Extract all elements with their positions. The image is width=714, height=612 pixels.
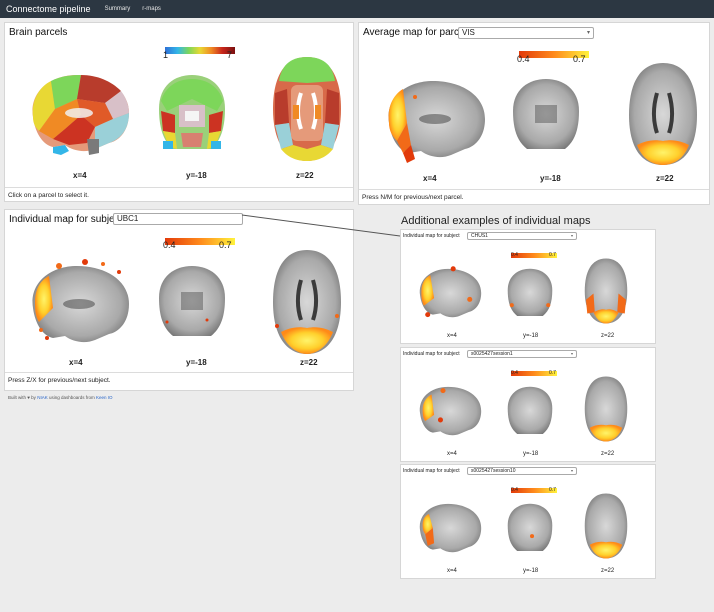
- individual-footer-note: Press Z/X for previous/next subject.: [8, 377, 111, 384]
- brain-parcels-panel: Brain parcels 1 7 x=4 y=-18 z=22 Click o…: [4, 22, 354, 202]
- example-label: Individual map for subject: [403, 468, 460, 474]
- colorbar-max-label: 0.7: [549, 252, 556, 258]
- example-panel-1: Individual map for subject CHUS1 ▾ 0.4 0…: [400, 229, 656, 344]
- coord-z-label: z=22: [300, 358, 318, 367]
- axial-example-view: [584, 258, 628, 324]
- coord-z-label: z=22: [296, 171, 314, 180]
- coronal-parcel-view[interactable]: [155, 71, 229, 157]
- connector-line: [241, 214, 401, 237]
- colorbar-min-label: 0.4: [511, 487, 518, 493]
- individual-colorbar: [165, 232, 235, 245]
- sagittal-parcel-view[interactable]: [25, 69, 133, 159]
- example-colorbar: [511, 480, 557, 493]
- colorbar-min-label: 1: [163, 50, 169, 60]
- colorbar-max-label: 0.7: [549, 487, 556, 493]
- panel-title: Brain parcels: [9, 27, 68, 38]
- coord-y-label: y=-18: [186, 171, 207, 180]
- coronal-average-view: [513, 79, 579, 149]
- nav-summary[interactable]: Summary: [105, 6, 131, 12]
- sagittal-individual-view: [32, 259, 129, 343]
- niak-link[interactable]: NIAK: [37, 395, 48, 400]
- colorbar-max-label: 7: [227, 50, 233, 60]
- subject-select-value: UBC1: [117, 214, 139, 223]
- average-colorbar: [519, 45, 589, 58]
- coronal-example-view: [507, 268, 553, 316]
- colorbar-min-label: 0.4: [511, 252, 518, 258]
- example-panel-2: Individual map for subject s0025427sessi…: [400, 347, 656, 462]
- coord-x-label: x=4: [69, 358, 83, 367]
- parcels-footer-note: Click on a parcel to select it.: [8, 192, 89, 199]
- coord-x-label: x=4: [73, 171, 87, 180]
- colorbar-min-label: 0.4: [511, 370, 518, 376]
- sagittal-example-view: [419, 266, 482, 318]
- sagittal-example-view: [419, 503, 482, 553]
- example-colorbar: [511, 363, 557, 376]
- sagittal-example-view: [419, 386, 482, 436]
- coord-z-label: z=22: [656, 174, 674, 183]
- example-subject-select[interactable]: CHUS1 ▾: [467, 232, 577, 240]
- top-navbar: Connectome pipeline Summary r-maps: [0, 0, 714, 18]
- coronal-individual-view: [159, 266, 225, 336]
- colorbar-max-label: 0.7: [219, 240, 232, 250]
- axial-individual-view: [273, 250, 341, 354]
- panel-title: Average map for parcel: [363, 27, 467, 38]
- chevron-down-icon: ▾: [586, 30, 590, 36]
- example-panel-3: Individual map for subject s0025427sessi…: [400, 464, 656, 579]
- chevron-down-icon: ▾: [570, 351, 573, 356]
- axial-example-view: [584, 493, 628, 559]
- brand-title[interactable]: Connectome pipeline: [6, 4, 91, 14]
- coord-y-label: y=-18: [186, 358, 207, 367]
- colorbar-min-label: 0.4: [163, 240, 176, 250]
- panel-title: Individual map for subject: [9, 214, 123, 225]
- built-with-credit: Built with ♥ by NIAK using dashboards fr…: [8, 395, 113, 400]
- parcel-colorbar: [165, 41, 235, 54]
- axial-example-view: [584, 376, 628, 442]
- chevron-down-icon: ▾: [570, 233, 573, 238]
- sagittal-average-view: [388, 81, 485, 163]
- example-subject-select[interactable]: s0025427session10 ▾: [467, 467, 577, 475]
- axial-average-view: [629, 63, 697, 165]
- examples-title: Additional examples of individual maps: [401, 215, 591, 227]
- keen-io-link[interactable]: Keen IO: [96, 395, 113, 400]
- example-subject-select[interactable]: s0025427session1 ▾: [467, 350, 577, 358]
- colorbar-max-label: 0.7: [573, 54, 586, 64]
- average-map-panel: Average map for parcel VIS ▾ 0.4 0.7 x=4…: [358, 22, 710, 205]
- average-footer-note: Press N/M for previous/next parcel.: [362, 194, 464, 201]
- coronal-example-view: [507, 503, 553, 551]
- example-colorbar: [511, 245, 557, 258]
- chevron-down-icon: ▾: [570, 468, 573, 473]
- coord-x-label: x=4: [423, 174, 437, 183]
- colorbar-max-label: 0.7: [549, 370, 556, 376]
- axial-parcel-view[interactable]: [269, 53, 345, 165]
- parcel-select[interactable]: VIS ▾: [458, 27, 594, 39]
- coronal-example-view: [507, 386, 553, 434]
- subject-select[interactable]: UBC1: [113, 213, 243, 225]
- example-label: Individual map for subject: [403, 233, 460, 239]
- example-label: Individual map for subject: [403, 351, 460, 357]
- colorbar-min-label: 0.4: [517, 54, 530, 64]
- coord-y-label: y=-18: [540, 174, 561, 183]
- parcel-select-value: VIS: [462, 28, 475, 37]
- nav-rmaps[interactable]: r-maps: [142, 6, 161, 12]
